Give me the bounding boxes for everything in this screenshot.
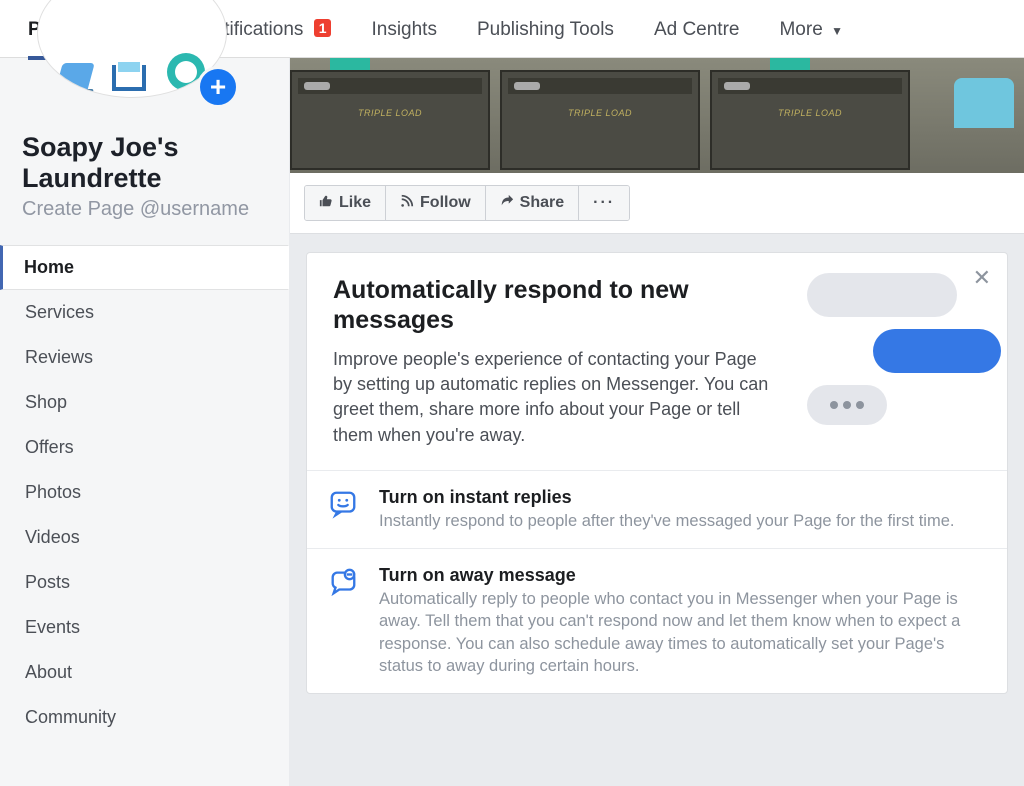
ellipsis-icon: ··· [593,194,615,212]
share-label: Share [520,194,564,212]
sidebar-item-videos[interactable]: Videos [0,515,289,560]
sidebar-item-offers[interactable]: Offers [0,425,289,470]
sidebar-item-posts[interactable]: Posts [0,560,289,605]
share-button[interactable]: Share [486,186,579,220]
close-button[interactable]: ✕ [973,265,991,291]
messenger-away-icon [323,565,363,677]
chat-bubble-icon [807,273,957,317]
sidebar-item-about[interactable]: About [0,650,289,695]
option-description: Automatically reply to people who contac… [379,588,981,677]
thumbs-up-icon [319,194,333,212]
tab-insights[interactable]: Insights [371,13,436,59]
chevron-down-icon: ▼ [831,24,843,38]
follow-label: Follow [420,194,471,212]
action-bar: Like Follow Share ··· [290,173,1024,234]
rss-icon [400,194,414,212]
auto-respond-card: ✕ Automatically respond to new messages … [306,252,1008,694]
machine-label: TRIPLE LOAD [778,108,842,118]
cover-photo[interactable]: TRIPLE LOAD TRIPLE LOAD TRIPLE LOAD [290,58,1024,173]
page-title: Soapy Joe's Laundrette [22,132,267,194]
option-title: Turn on instant replies [379,487,981,508]
water-jug-icon [954,78,1014,128]
sidebar-item-home[interactable]: Home [0,245,289,290]
sidebar-item-reviews[interactable]: Reviews [0,335,289,380]
option-instant-replies[interactable]: Turn on instant replies Instantly respon… [307,471,1007,549]
option-title: Turn on away message [379,565,981,586]
basket-icon [112,65,146,91]
action-button-group: Like Follow Share ··· [304,185,630,221]
sidebar-item-shop[interactable]: Shop [0,380,289,425]
option-away-message[interactable]: Turn on away message Automatically reply… [307,549,1007,693]
card-description: Improve people's experience of contactin… [333,347,773,448]
add-photo-button[interactable]: + [197,66,239,108]
iron-icon [55,63,95,91]
sidebar: + Soapy Joe's Laundrette Create Page @us… [0,58,290,786]
tab-more-label: More [779,19,822,40]
create-username-link[interactable]: Create Page @username [22,198,267,221]
like-button[interactable]: Like [305,186,386,220]
sidebar-item-events[interactable]: Events [0,605,289,650]
more-actions-button[interactable]: ··· [579,186,629,220]
main-content: TRIPLE LOAD TRIPLE LOAD TRIPLE LOAD Like… [290,58,1024,786]
sidebar-item-photos[interactable]: Photos [0,470,289,515]
follow-button[interactable]: Follow [386,186,486,220]
sidebar-item-community[interactable]: Community [0,695,289,740]
side-nav: Home Services Reviews Shop Offers Photos… [0,245,289,740]
decor-pipe [330,58,370,70]
machine-label: TRIPLE LOAD [358,108,422,118]
like-label: Like [339,194,371,212]
decor-pipe [770,58,810,70]
tab-ad-centre[interactable]: Ad Centre [654,13,740,59]
tab-publishing-tools[interactable]: Publishing Tools [477,13,614,59]
typing-bubble-icon [807,385,887,425]
option-description: Instantly respond to people after they'v… [379,510,981,532]
messenger-smile-icon [323,487,363,532]
tab-more[interactable]: More ▼ [779,13,842,59]
share-icon [500,194,514,212]
notifications-badge: 1 [314,19,332,37]
chat-bubble-icon [873,329,1001,373]
card-title: Automatically respond to new messages [333,275,753,335]
sidebar-item-services[interactable]: Services [0,290,289,335]
machine-label: TRIPLE LOAD [568,108,632,118]
